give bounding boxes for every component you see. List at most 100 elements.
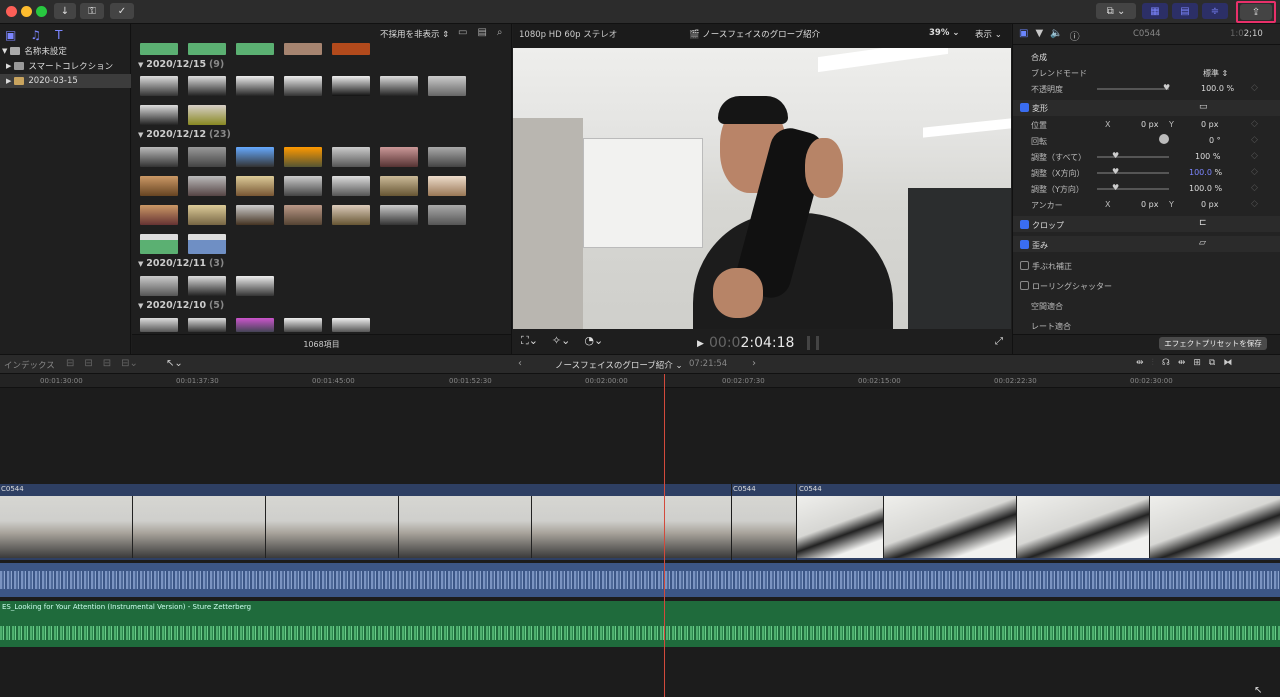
clip-thumbnail[interactable] <box>284 76 322 96</box>
close-window-button[interactable] <box>6 6 17 17</box>
clip-thumbnail[interactable] <box>332 76 370 96</box>
clip-thumbnail[interactable] <box>284 147 322 167</box>
clip-thumbnail[interactable] <box>380 147 418 167</box>
insert-clip-icon[interactable]: ⊟ <box>84 358 92 369</box>
clip-thumbnail[interactable] <box>380 176 418 196</box>
clip-thumbnail[interactable] <box>140 276 178 296</box>
speed-gauge-icon[interactable]: ◔⌄ <box>584 334 603 348</box>
clip-thumbnail[interactable] <box>332 147 370 167</box>
video-clip[interactable]: C0544 <box>0 484 731 560</box>
slider-knob-icon[interactable]: ♥ <box>1112 183 1119 192</box>
zoom-dropdown[interactable]: 39% ⌄ <box>929 28 959 38</box>
position-y-field[interactable]: 0 px <box>1201 120 1218 129</box>
background-tasks-button[interactable]: ✓ <box>110 3 134 19</box>
clip-thumbnail[interactable] <box>140 147 178 167</box>
clip-thumbnail[interactable] <box>236 176 274 196</box>
slider-knob-icon[interactable]: ♥ <box>1112 167 1119 176</box>
distort-header[interactable]: 歪み <box>1032 240 1048 251</box>
library-item[interactable]: ▼ 名称未設定 <box>0 44 131 58</box>
photos-audio-icon[interactable]: ♫ <box>30 28 41 42</box>
keyframe-icon[interactable]: ◇ <box>1251 119 1258 129</box>
keywords-button[interactable]: ⚿ <box>80 3 104 19</box>
save-effects-preset-button[interactable]: エフェクトプリセットを保存 <box>1159 337 1267 350</box>
clip-thumbnail[interactable] <box>140 205 178 225</box>
clip-thumbnail[interactable] <box>188 76 226 96</box>
list-view-icon[interactable]: ▭ <box>458 27 467 38</box>
anchor-y-field[interactable]: 0 px <box>1201 200 1218 209</box>
keyframe-icon[interactable]: ◇ <box>1251 183 1258 193</box>
clip-thumbnail[interactable] <box>140 105 178 125</box>
crop-checkbox[interactable] <box>1020 220 1029 229</box>
slider-knob-icon[interactable]: ♥ <box>1112 151 1119 160</box>
rate-conform-header[interactable]: レート適合 <box>1031 321 1071 332</box>
view-dropdown[interactable]: 表示 ⌄ <box>975 28 1002 40</box>
zoom-window-button[interactable] <box>36 6 47 17</box>
keyframe-icon[interactable]: ◇ <box>1251 167 1258 177</box>
scale-all-field[interactable]: 100 % <box>1195 152 1220 161</box>
import-button[interactable]: ↓ <box>54 3 76 19</box>
keyframe-icon[interactable]: ◇ <box>1251 199 1258 209</box>
clip-thumbnail[interactable] <box>236 276 274 296</box>
transform-header[interactable]: 変形 <box>1032 103 1048 114</box>
snapping-icon[interactable]: ⊞ <box>1193 358 1201 368</box>
opacity-value[interactable]: 100.0 % <box>1201 84 1234 93</box>
solo-icon[interactable]: ⇹ <box>1178 358 1186 368</box>
date-group-header[interactable]: ▼ 2020/12/15 (9) <box>138 59 224 70</box>
clip-thumbnail[interactable] <box>188 234 226 254</box>
date-group-header[interactable]: ▼ 2020/12/10 (5) <box>138 300 224 311</box>
forward-arrow-icon[interactable]: › <box>752 358 756 369</box>
enhance-wand-icon[interactable]: ✧⌄ <box>552 334 570 348</box>
filter-dropdown[interactable]: 不採用を非表示 ⇕ <box>380 28 449 40</box>
titles-generators-icon[interactable]: T <box>55 28 62 42</box>
clip-thumbnail[interactable] <box>236 147 274 167</box>
slider-knob-icon[interactable]: ♥ <box>1163 83 1170 92</box>
project-title[interactable]: ノースフェイスのグローブ紹介 ⌄ <box>555 359 683 371</box>
clip-thumbnail[interactable] <box>332 176 370 196</box>
library-item[interactable]: ▶ スマートコレクション <box>0 59 131 73</box>
crop-onscreen-icon[interactable]: ⊏ <box>1199 218 1207 228</box>
clip-thumbnail[interactable] <box>236 76 274 96</box>
clip-thumbnail[interactable] <box>188 205 226 225</box>
date-group-header[interactable]: ▼ 2020/12/12 (23) <box>138 129 231 140</box>
blend-mode-dropdown[interactable]: 標準 ⇕ <box>1203 68 1228 79</box>
rotation-dial[interactable] <box>1159 134 1169 144</box>
date-group-header[interactable]: ▼ 2020/12/11 (3) <box>138 258 224 269</box>
keyframe-icon[interactable]: ◇ <box>1251 83 1258 93</box>
clip-appearance-icon[interactable]: ⧉ <box>1209 358 1215 368</box>
stabilization-checkbox[interactable] <box>1020 261 1029 270</box>
append-clip-icon[interactable]: ⊟ <box>103 358 111 369</box>
compositing-header[interactable]: 合成 <box>1031 52 1047 63</box>
audio-skimming-icon[interactable]: ⫶ <box>1152 358 1154 368</box>
music-clip[interactable]: ES_Looking for Your Attention (Instrumen… <box>0 601 1280 647</box>
clip-thumbnail[interactable] <box>380 205 418 225</box>
video-clip[interactable]: C0544 <box>797 484 1280 560</box>
clip-thumbnail[interactable] <box>284 205 322 225</box>
clip-thumbnail[interactable] <box>284 43 322 55</box>
rolling-shutter-header[interactable]: ローリングシャッター <box>1032 281 1112 292</box>
filmstrip-icon[interactable]: ▤ <box>477 27 486 38</box>
workspace-menu-button[interactable]: ⧉ ⌄ <box>1096 3 1136 19</box>
clip-thumbnail[interactable] <box>140 176 178 196</box>
rotation-field[interactable]: 0 ° <box>1209 136 1221 145</box>
clip-thumbnail[interactable] <box>140 234 178 254</box>
opacity-slider[interactable] <box>1097 88 1169 90</box>
headphones-icon[interactable]: ☊ <box>1162 358 1170 368</box>
library-item-selected[interactable]: ▶ 2020-03-15 <box>0 74 131 88</box>
crop-header[interactable]: クロップ <box>1032 220 1064 231</box>
clip-thumbnail[interactable] <box>188 176 226 196</box>
distort-onscreen-icon[interactable]: ▱ <box>1199 238 1206 248</box>
back-arrow-icon[interactable]: ‹ <box>518 358 522 369</box>
timeline-toggle-button[interactable]: ▤ <box>1172 3 1198 19</box>
overwrite-clip-icon[interactable]: ⊟⌄ <box>121 358 138 369</box>
color-inspector-icon[interactable]: ▼ <box>1035 28 1043 43</box>
clip-audio-waveform[interactable] <box>0 563 1280 597</box>
clip-thumbnail[interactable] <box>332 43 370 55</box>
timeline-ruler[interactable]: 00:01:30:00 00:01:37:30 00:01:45:00 00:0… <box>0 374 1280 388</box>
clip-thumbnail[interactable] <box>332 205 370 225</box>
clip-thumbnail[interactable] <box>428 176 466 196</box>
audio-meter-icon[interactable] <box>807 336 819 350</box>
clip-thumbnail[interactable] <box>188 147 226 167</box>
transform-tool-icon[interactable]: ⛶⌄ <box>521 334 538 348</box>
scale-y-slider[interactable] <box>1097 188 1169 190</box>
clip-thumbnail[interactable] <box>236 318 274 332</box>
